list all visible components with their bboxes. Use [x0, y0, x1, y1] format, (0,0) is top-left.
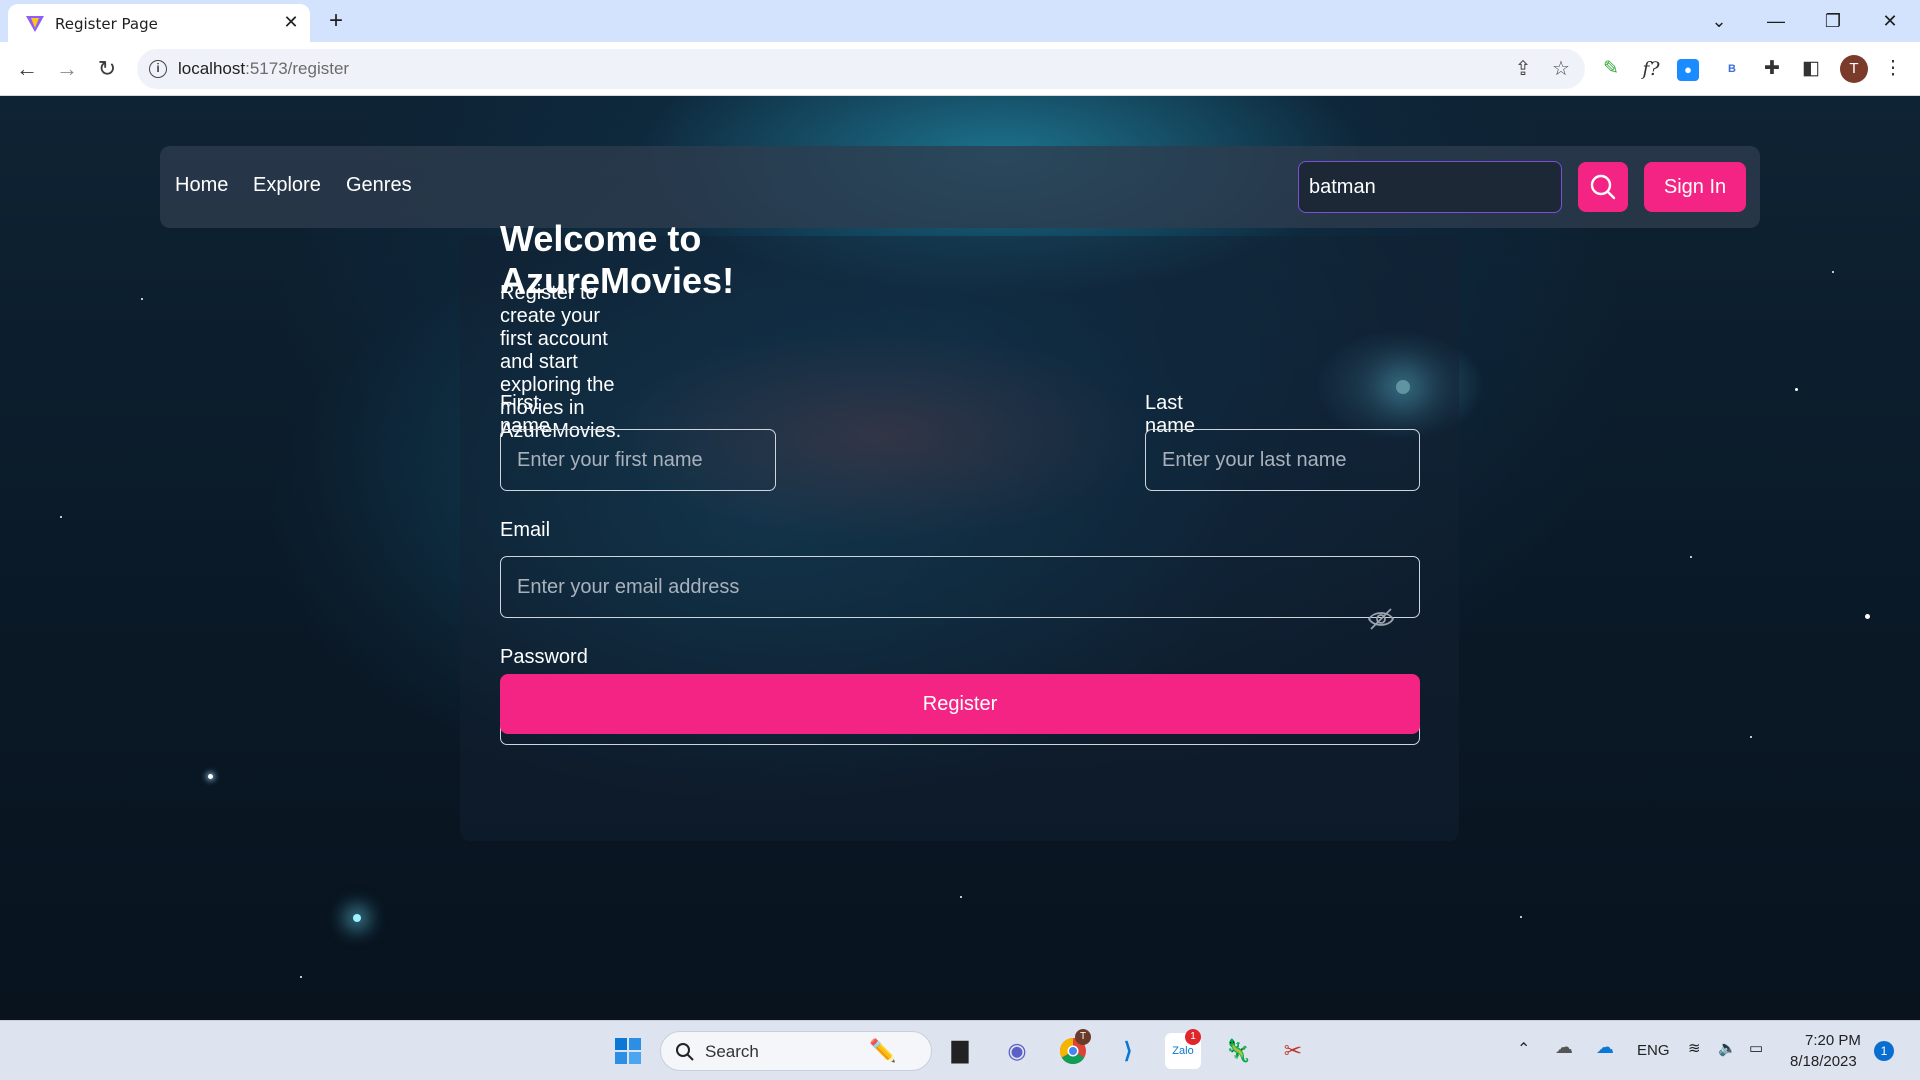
search-highlight-icon: ✏️ — [869, 1038, 897, 1063]
share-icon[interactable]: ⇪ — [1511, 57, 1535, 81]
vscode-icon[interactable]: ⟩ — [1110, 1033, 1146, 1069]
search-button[interactable] — [1578, 162, 1628, 212]
star-decoration — [60, 516, 62, 518]
star-decoration — [1520, 916, 1522, 918]
browser-tab[interactable]: Register Page ✕ — [8, 4, 310, 42]
url-text[interactable]: localhost:5173/register — [178, 59, 349, 79]
search-icon — [676, 1043, 694, 1061]
browser-tab-bar: Register Page ✕ + ⌄ — ❐ ✕ — [0, 0, 1920, 42]
extension-drop-icon[interactable]: ● — [1677, 59, 1699, 81]
reload-icon[interactable]: ↻ — [93, 55, 121, 83]
taskbar-search-label: Search — [705, 1042, 759, 1061]
task-view-icon[interactable]: ▇ — [942, 1033, 978, 1069]
profile-avatar[interactable]: T — [1840, 55, 1868, 83]
search-icon — [1590, 174, 1616, 200]
battery-icon[interactable]: ▭ — [1749, 1039, 1763, 1057]
star-decoration — [1750, 736, 1752, 738]
glowing-star-decoration — [353, 914, 361, 922]
onedrive-business-icon[interactable]: ☁ — [1596, 1037, 1614, 1058]
taskbar-search-box[interactable]: Search ✏️ — [660, 1031, 932, 1071]
star-decoration — [960, 896, 962, 898]
browser-toolbar: ← → ↻ i localhost:5173/register ⇪ ☆ ✎ f?… — [0, 42, 1920, 96]
email-label: Email — [500, 519, 551, 541]
wifi-icon[interactable]: ≋ — [1688, 1039, 1701, 1057]
back-icon[interactable]: ← — [13, 55, 41, 83]
vite-icon — [26, 16, 44, 32]
volume-icon[interactable]: 🔈 — [1718, 1039, 1737, 1057]
forward-icon[interactable]: → — [53, 55, 81, 83]
star-decoration — [208, 774, 213, 779]
movie-search-input[interactable] — [1298, 161, 1562, 213]
notification-count-badge[interactable]: 1 — [1874, 1041, 1894, 1061]
side-panel-icon[interactable]: ◧ — [1797, 55, 1825, 83]
first-name-field[interactable] — [500, 429, 776, 491]
star-decoration — [1690, 556, 1692, 558]
address-bar[interactable]: i localhost:5173/register ⇪ ☆ — [137, 49, 1585, 89]
zalo-icon[interactable]: Zalo 1 — [1165, 1029, 1201, 1069]
star-decoration — [141, 298, 143, 300]
minimize-icon[interactable]: — — [1763, 8, 1789, 34]
windows-start-icon[interactable] — [610, 1033, 646, 1069]
email-field[interactable] — [500, 556, 1420, 618]
eye-off-icon[interactable] — [1366, 604, 1396, 634]
nav-link-home[interactable]: Home — [175, 174, 228, 197]
clock-time[interactable]: 7:20 PM — [1805, 1032, 1861, 1049]
register-button[interactable]: Register — [500, 674, 1420, 734]
zalo-notification-badge: 1 — [1185, 1029, 1201, 1045]
nav-link-genres[interactable]: Genres — [346, 174, 412, 197]
sign-in-button[interactable]: Sign In — [1644, 162, 1746, 212]
bookmark-star-icon[interactable]: ☆ — [1549, 57, 1573, 81]
restore-icon[interactable]: ❐ — [1820, 8, 1846, 34]
star-decoration — [1865, 614, 1870, 619]
close-icon[interactable]: ✕ — [280, 11, 302, 33]
extensions-puzzle-icon[interactable]: ✚ — [1758, 55, 1786, 83]
menu-dots-icon[interactable]: ⋮ — [1879, 55, 1907, 83]
new-tab-button[interactable]: + — [323, 8, 349, 34]
extension-b-icon[interactable]: B — [1718, 55, 1746, 83]
snipping-tool-icon[interactable]: ✂ — [1275, 1033, 1311, 1069]
last-name-field[interactable] — [1145, 429, 1420, 491]
star-decoration — [1832, 271, 1834, 273]
chrome-profile-badge: T — [1075, 1029, 1091, 1045]
teams-chat-icon[interactable]: ◉ — [999, 1033, 1035, 1069]
extension-fonts-icon[interactable]: f? — [1637, 55, 1665, 83]
password-label: Password — [500, 646, 588, 668]
onedrive-personal-icon[interactable]: ☁ — [1555, 1037, 1573, 1058]
tab-title: Register Page — [55, 15, 158, 33]
star-decoration — [300, 976, 302, 978]
nav-link-explore[interactable]: Explore — [253, 174, 321, 197]
notepad-plus-icon[interactable]: 🦎 — [1220, 1033, 1256, 1069]
site-info-icon[interactable]: i — [149, 60, 167, 78]
site-navbar: Home Explore Genres Sign In — [160, 146, 1760, 228]
windows-taskbar: Search ✏️ ▇ ◉ T ⟩ Zalo 1 🦎 ✂ ⌃ ☁ ☁ ENG ≋… — [0, 1020, 1920, 1080]
language-indicator[interactable]: ENG — [1637, 1042, 1670, 1059]
tab-search-icon[interactable]: ⌄ — [1706, 8, 1732, 34]
star-decoration — [1795, 388, 1798, 391]
window-close-icon[interactable]: ✕ — [1877, 8, 1903, 34]
clock-date[interactable]: 8/18/2023 — [1790, 1053, 1857, 1070]
extension-color-icon[interactable]: ✎ — [1597, 55, 1625, 83]
show-hidden-icons-icon[interactable]: ⌃ — [1517, 1039, 1530, 1059]
chrome-icon[interactable]: T — [1055, 1029, 1091, 1069]
